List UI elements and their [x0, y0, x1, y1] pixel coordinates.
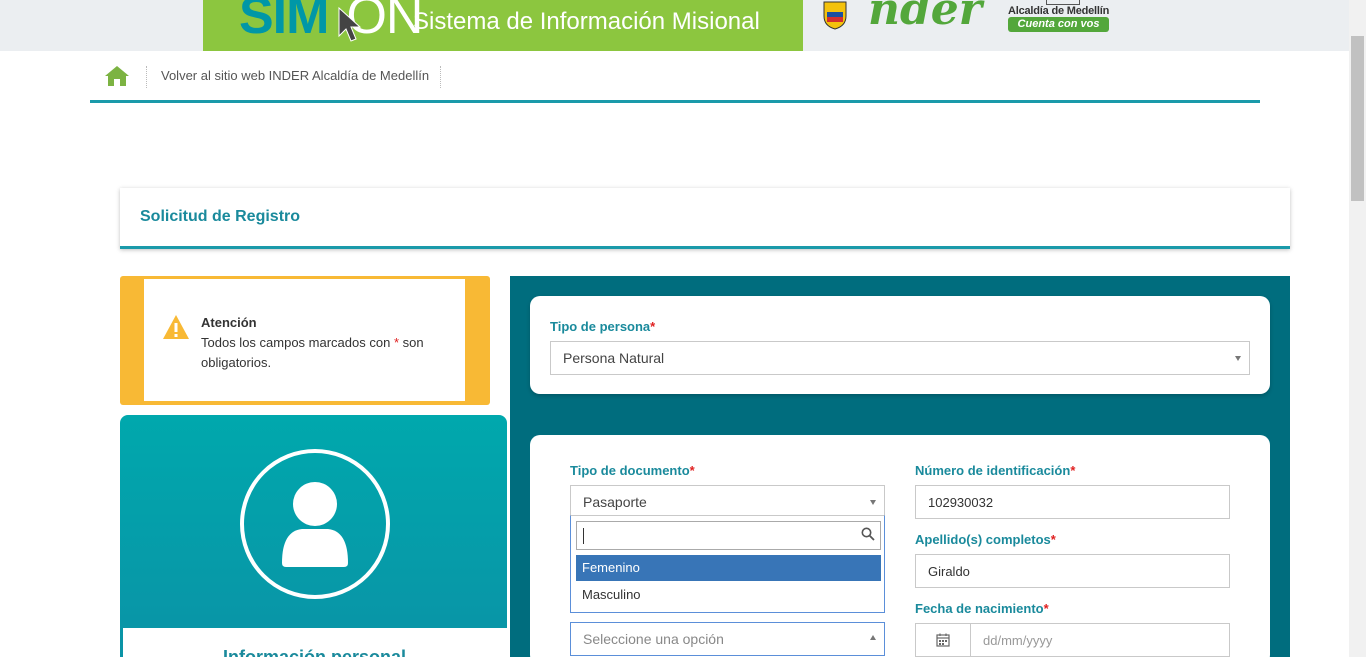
- fecha-nacimiento-label: Fecha de nacimiento*: [915, 601, 1049, 616]
- home-icon[interactable]: [104, 64, 130, 88]
- fecha-nacimiento-input[interactable]: dd/mm/yyyy: [970, 623, 1230, 657]
- genero-dropdown: Femenino Masculino: [570, 515, 885, 613]
- back-to-site-link[interactable]: Volver al sitio web INDER Alcaldía de Me…: [161, 68, 429, 83]
- search-icon: [861, 527, 875, 541]
- warning-icon: [163, 315, 189, 339]
- scrollbar-thumb[interactable]: [1351, 36, 1364, 201]
- dropdown-option-femenino[interactable]: Femenino: [576, 555, 881, 581]
- dropdown-search-input[interactable]: [576, 521, 881, 550]
- dropdown-option-masculino[interactable]: Masculino: [576, 582, 881, 608]
- nav-separator: [146, 66, 147, 88]
- numero-identificacion-label: Número de identificación*: [915, 463, 1076, 478]
- medellin-logo: Alcaldía de Medellín Cuenta con vos: [1008, 0, 1110, 33]
- chevron-up-icon: [870, 635, 876, 640]
- avatar: [240, 449, 390, 599]
- genero-select[interactable]: Seleccione una opción: [570, 622, 885, 656]
- nav-underline: [90, 100, 1260, 103]
- nav-separator: [440, 66, 441, 88]
- numero-identificacion-input[interactable]: 102930032: [915, 485, 1230, 519]
- attention-alert: Atención Todos los campos marcados con *…: [120, 276, 490, 405]
- top-banner: SIM ON Sistema de Información Misional nd…: [0, 0, 1366, 51]
- profile-section-header: Información personal: [123, 628, 507, 657]
- apellidos-input[interactable]: Giraldo: [915, 554, 1230, 588]
- chevron-down-icon: [1235, 356, 1241, 361]
- tipo-persona-label: Tipo de persona*: [550, 319, 656, 334]
- profile-panel: Información personal: [120, 415, 507, 657]
- user-icon: [282, 482, 348, 567]
- banner-subtitle: Sistema de Información Misional: [413, 8, 760, 35]
- tipo-documento-label: Tipo de documento*: [570, 463, 695, 478]
- calendar-icon: [936, 633, 950, 647]
- profile-section-title: Información personal: [223, 647, 407, 657]
- chevron-down-icon: [870, 500, 876, 505]
- simon-banner: SIM ON Sistema de Información Misional: [203, 0, 803, 51]
- cursor-icon: [338, 6, 362, 42]
- page-title-card: Solicitud de Registro: [120, 188, 1290, 249]
- coat-of-arms-icon: [823, 1, 847, 30]
- tipo-persona-select[interactable]: Persona Natural: [550, 341, 1250, 375]
- attention-title: Atención: [201, 315, 257, 330]
- attention-body: Atención Todos los campos marcados con *…: [144, 279, 465, 401]
- inder-logo: nder: [868, 0, 982, 35]
- simon-logo: SIM ON: [239, 0, 423, 45]
- tipo-documento-select[interactable]: Pasaporte: [570, 485, 885, 519]
- text-caret: [583, 528, 584, 544]
- attention-text: Todos los campos marcados con * son obli…: [201, 335, 424, 370]
- calendar-button[interactable]: [915, 623, 971, 657]
- apellidos-label: Apellido(s) completos*: [915, 532, 1056, 547]
- page-title: Solicitud de Registro: [140, 208, 301, 225]
